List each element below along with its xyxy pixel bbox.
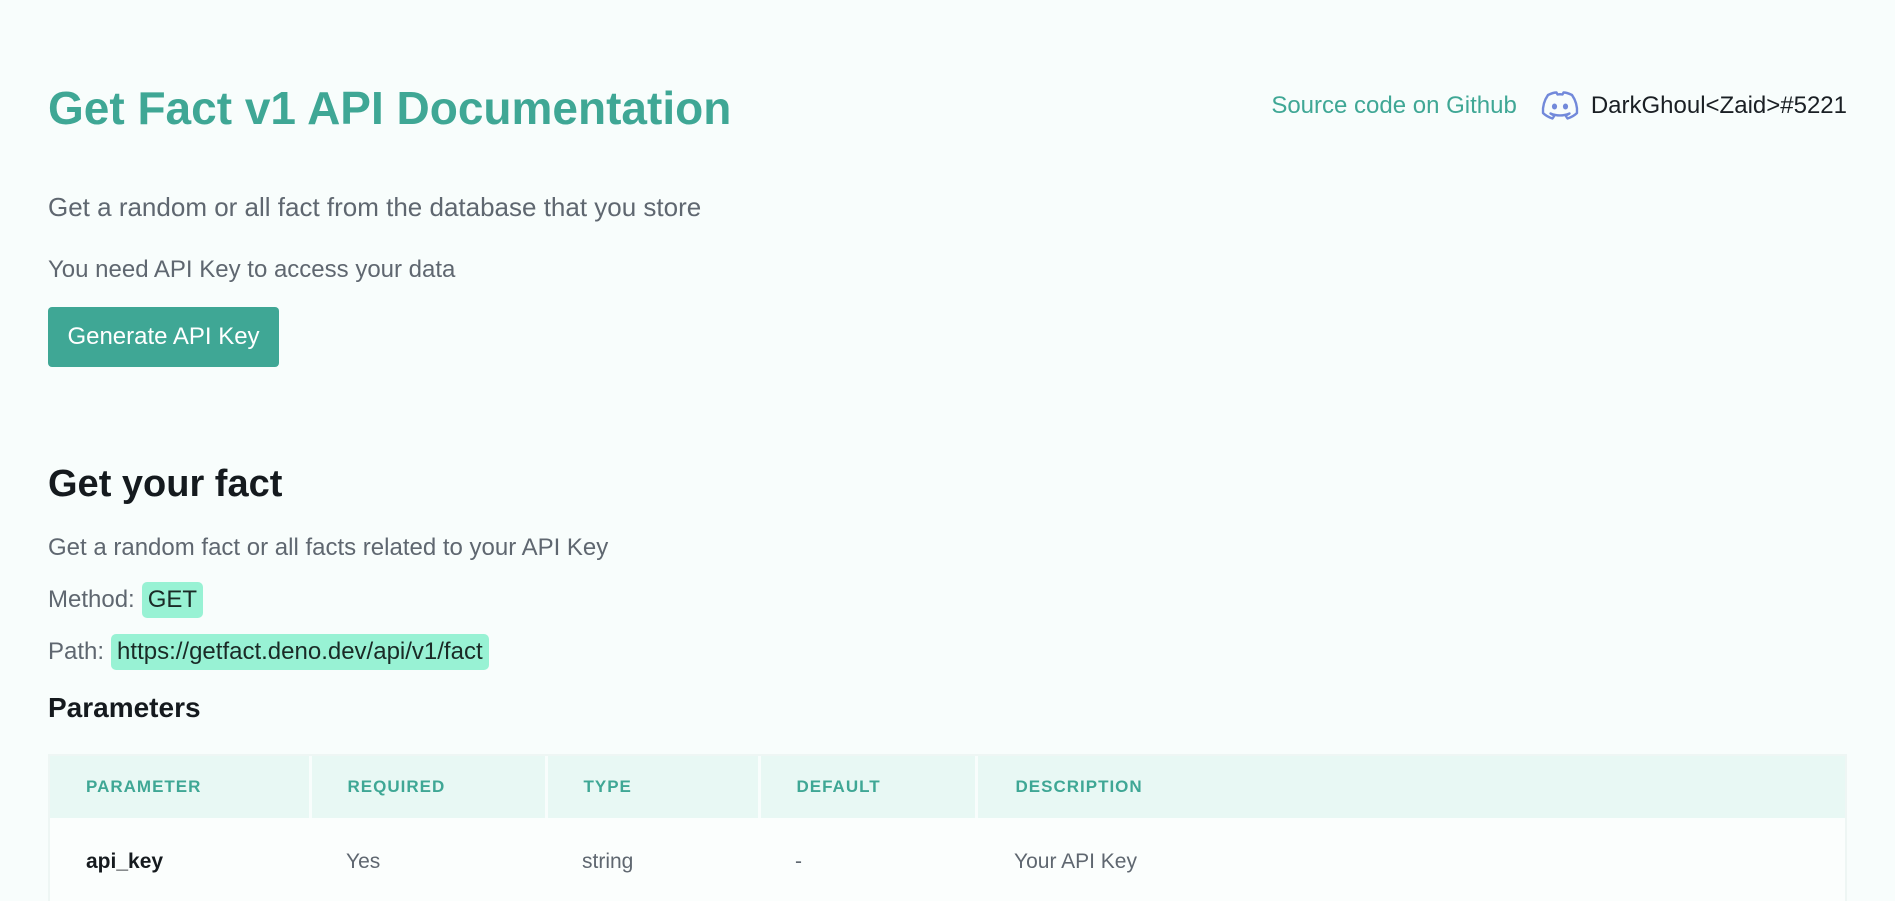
column-header-description: DESCRIPTION bbox=[976, 756, 1845, 818]
column-header-type: TYPE bbox=[546, 756, 761, 818]
method-label: Method: bbox=[48, 586, 135, 613]
api-key-note: You need API Key to access your data bbox=[48, 256, 456, 283]
cell-default: - bbox=[795, 850, 802, 873]
column-header-parameter: PARAMETER bbox=[50, 756, 312, 818]
generate-api-key-button[interactable]: Generate API Key bbox=[48, 307, 279, 367]
github-link[interactable]: Source code on Github bbox=[1271, 92, 1517, 120]
section-description: Get a random fact or all facts related t… bbox=[48, 534, 609, 561]
cell-description: Your API Key bbox=[1014, 850, 1137, 873]
header-links: Source code on Github DarkGhoul<Zaid>#52… bbox=[1271, 88, 1847, 124]
path-value: https://getfact.deno.dev/api/v1/fact bbox=[111, 634, 489, 670]
page-subtitle: Get a random or all fact from the databa… bbox=[48, 192, 702, 222]
table-row: api_key Yes string - Your API Key bbox=[50, 818, 1845, 901]
cell-required: Yes bbox=[346, 850, 381, 873]
cell-type: string bbox=[582, 850, 634, 873]
page: Get Fact v1 API Documentation Source cod… bbox=[0, 0, 1895, 901]
path-label: Path: bbox=[48, 638, 105, 665]
path-row: Path: https://getfact.deno.dev/api/v1/fa… bbox=[48, 633, 489, 671]
table-header-row: PARAMETER REQUIRED TYPE DEFAULT DESCRIPT… bbox=[50, 756, 1845, 818]
discord-tag: DarkGhoul<Zaid>#5221 bbox=[1590, 92, 1847, 119]
column-header-default: DEFAULT bbox=[759, 756, 978, 818]
column-header-required: REQUIRED bbox=[310, 756, 548, 818]
parameters-heading: Parameters bbox=[48, 692, 201, 723]
method-row: Method: GET bbox=[48, 581, 204, 619]
parameters-table: PARAMETER REQUIRED TYPE DEFAULT DESCRIPT… bbox=[48, 754, 1847, 901]
page-title: Get Fact v1 API Documentation bbox=[48, 82, 732, 134]
method-value: GET bbox=[141, 582, 204, 618]
cell-parameter: api_key bbox=[86, 850, 164, 873]
section-heading: Get your fact bbox=[48, 463, 283, 505]
discord-icon[interactable] bbox=[1541, 91, 1579, 121]
discord-contact: DarkGhoul<Zaid>#5221 bbox=[1541, 91, 1847, 121]
